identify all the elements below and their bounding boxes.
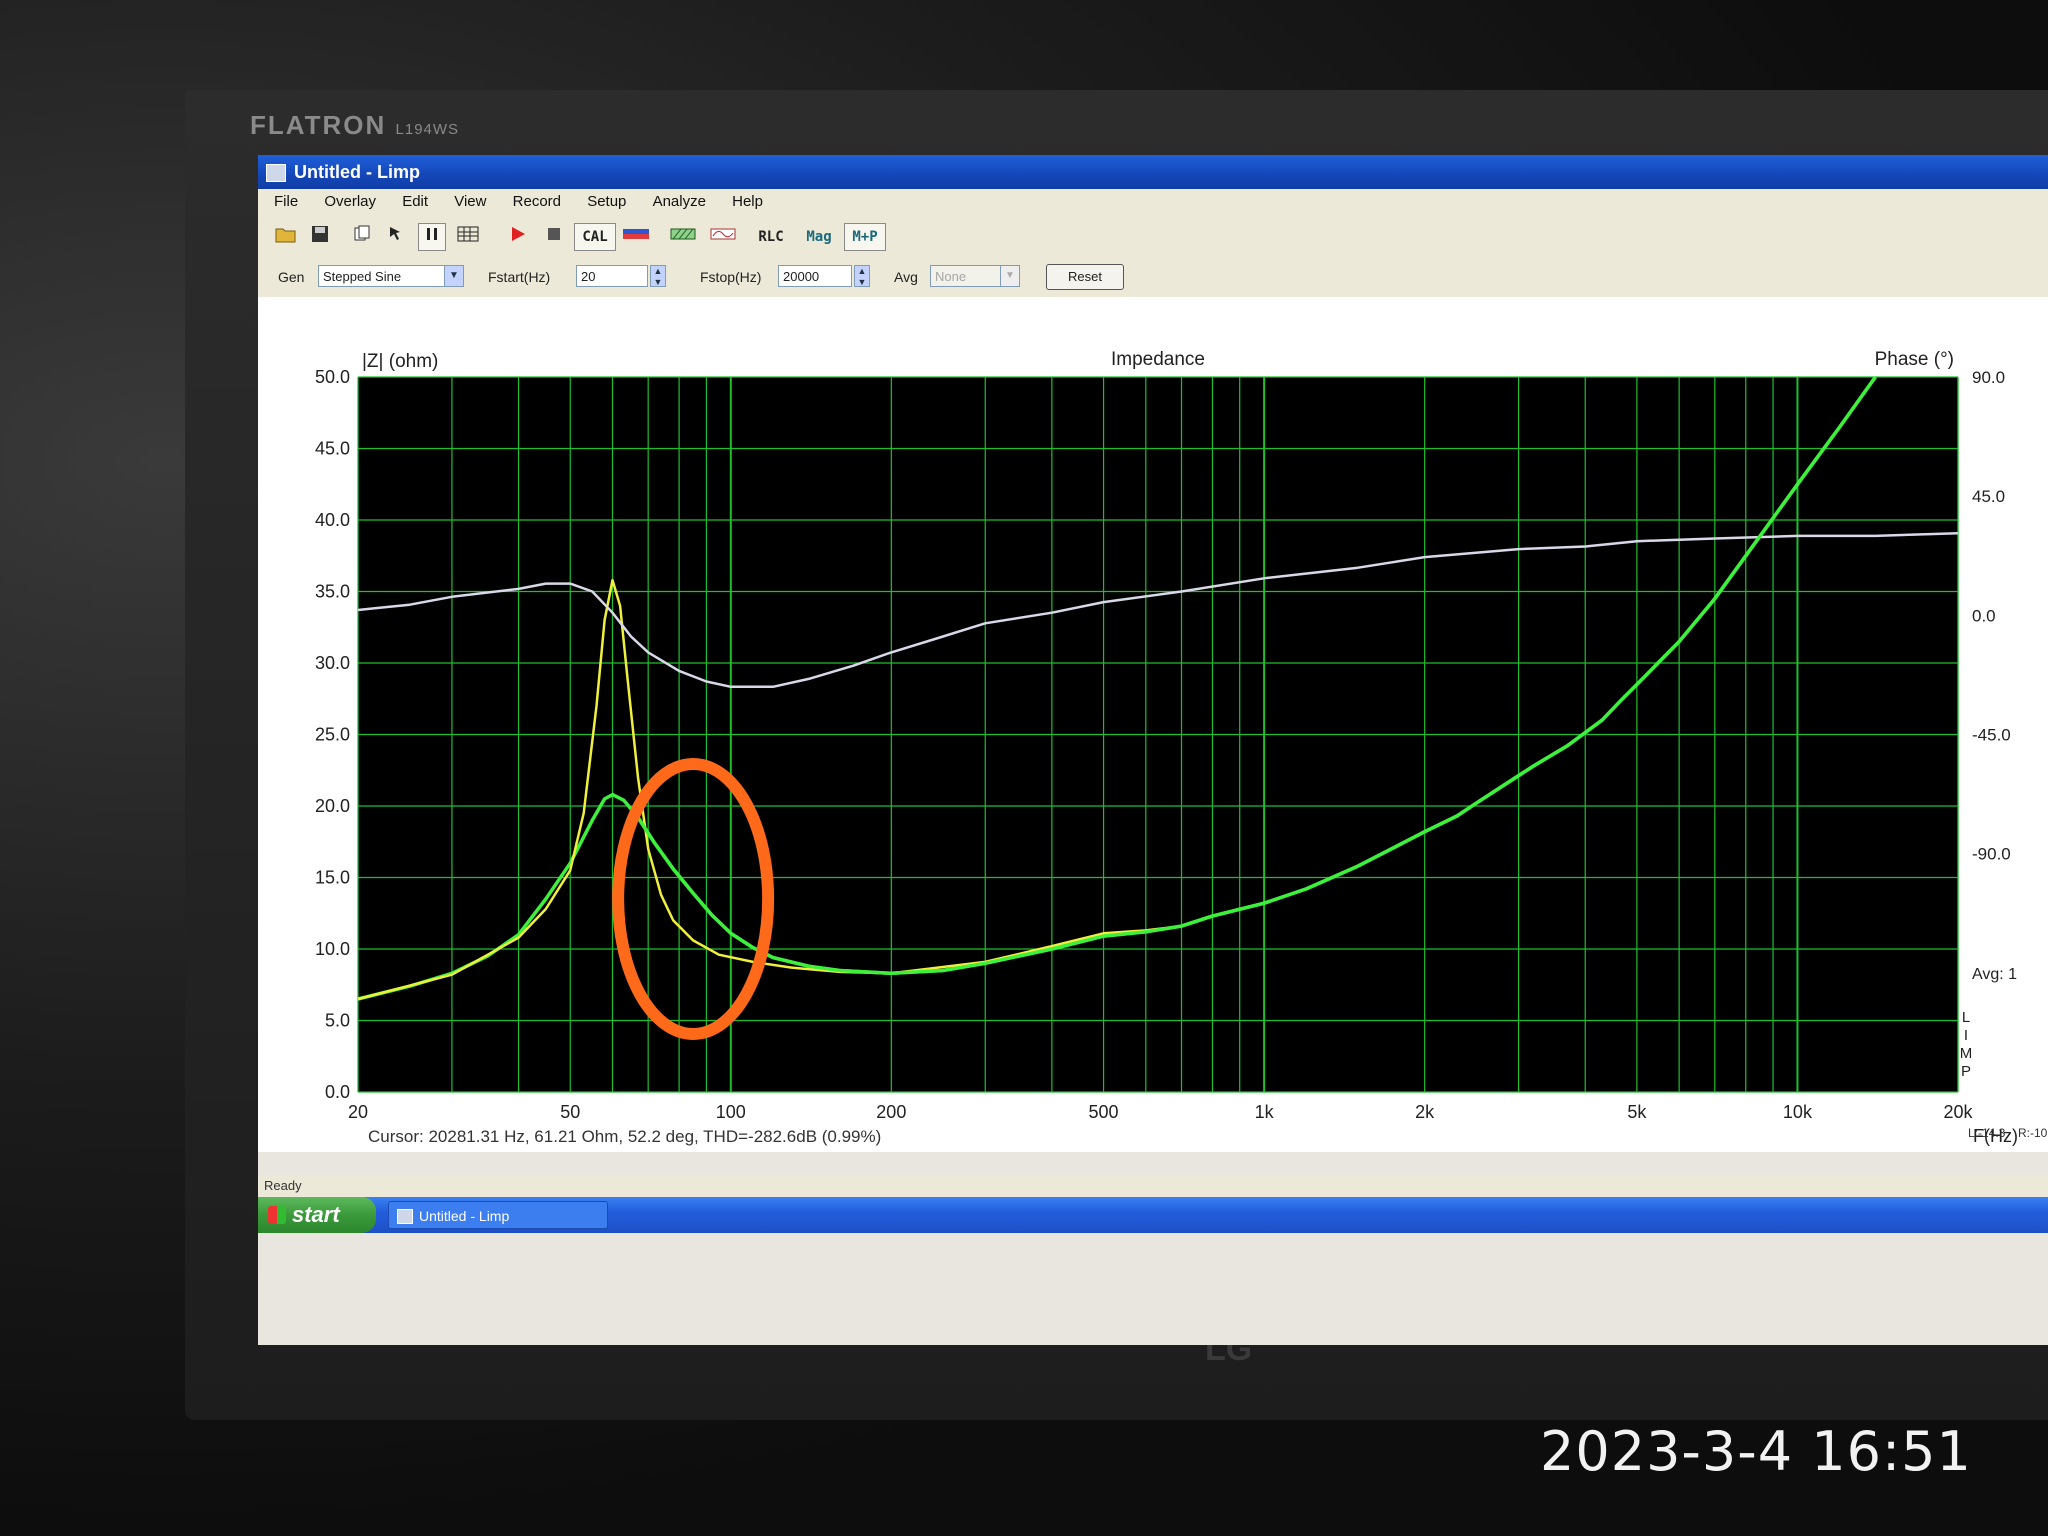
x-tick-label: 5k — [1627, 1102, 1647, 1122]
fstop-input[interactable]: 20000 — [778, 265, 852, 287]
y2-tick-label: 90.0 — [1972, 368, 2005, 387]
x-tick-label: 500 — [1089, 1102, 1119, 1122]
menu-file[interactable]: File — [268, 193, 304, 210]
hatch-icon[interactable] — [668, 223, 698, 251]
y-tick-label: 50.0 — [315, 367, 350, 387]
y-axis-label: |Z| (ohm) — [362, 351, 438, 372]
y-tick-label: 20.0 — [315, 796, 350, 816]
y-tick-label: 25.0 — [315, 725, 350, 745]
menubar: File Overlay Edit View Record Setup Anal… — [258, 189, 2048, 215]
menu-help[interactable]: Help — [726, 193, 769, 210]
chevron-down-icon[interactable]: ▼ — [444, 266, 463, 286]
x-tick-label: 20 — [348, 1102, 368, 1122]
menu-overlay[interactable]: Overlay — [318, 193, 382, 210]
grid-icon[interactable] — [454, 223, 482, 251]
y-tick-label: 30.0 — [315, 653, 350, 673]
y2-tick-label: 0.0 — [1972, 606, 1996, 625]
side-label-letter: L — [1962, 1009, 1970, 1026]
x-tick-label: 10k — [1783, 1102, 1813, 1122]
fstop-label: Fstop(Hz) — [700, 269, 762, 285]
side-label-letter: M — [1960, 1045, 1973, 1062]
y2-tick-label: 45.0 — [1972, 487, 2005, 506]
avg-select-value: None — [935, 269, 967, 284]
fstart-input[interactable]: 20 — [576, 265, 648, 287]
cursor-tool-icon[interactable] — [382, 223, 410, 251]
taskbar-window-label: Untitled - Limp — [419, 1208, 510, 1224]
x-tick-label: 20k — [1943, 1102, 1973, 1122]
level-left: L:-14.3 — [1968, 1126, 2006, 1140]
y2-tick-label: -90.0 — [1972, 845, 2011, 864]
window-titlebar[interactable]: Untitled - Limp — [258, 155, 2048, 189]
open-folder-icon[interactable] — [272, 223, 300, 251]
x-tick-label: 1k — [1255, 1102, 1275, 1122]
gen-label: Gen — [278, 269, 305, 285]
stop-icon[interactable] — [540, 223, 568, 251]
level-right: R:-10.3 — [2018, 1126, 2048, 1140]
y-tick-label: 5.0 — [325, 1011, 350, 1031]
plot-area: 0.0 5.0 10.0 15.0 20.0 25.0 30.0 35.0 40.0 45.0 50… — [258, 297, 2048, 1152]
x-tick-label: 2k — [1415, 1102, 1435, 1122]
fstart-label: Fstart(Hz) — [488, 269, 551, 285]
waveform-icon[interactable] — [708, 223, 738, 251]
y2-axis-label: Phase (°) — [1875, 349, 1954, 370]
mag-phase-button[interactable]: M+P — [844, 223, 886, 251]
chart-title: Impedance — [1111, 349, 1205, 370]
fstart-spinner-icon[interactable]: ▲ ▼ — [650, 265, 666, 287]
y-tick-label: 35.0 — [315, 582, 350, 602]
overlay-color-icon[interactable] — [620, 223, 652, 251]
screen: Untitled - Limp File Overlay Edit View R… — [258, 155, 2048, 1345]
x-tick-label: 200 — [876, 1102, 906, 1122]
y-tick-label: 40.0 — [315, 510, 350, 530]
y-tick-label: 0.0 — [325, 1082, 350, 1102]
copy-icon[interactable] — [348, 223, 376, 251]
fstop-spinner-icon[interactable]: ▲ ▼ — [854, 265, 870, 287]
parameter-row: Gen Stepped Sine ▼ Fstart(Hz) 20 ▲ ▼ Fsto… — [258, 257, 2048, 297]
start-label: start — [292, 1202, 340, 1227]
y2-tick-label: -45.0 — [1972, 726, 2011, 745]
toolbar: CAL RLC Mag M+P — [258, 215, 2048, 258]
y-tick-label: 45.0 — [315, 439, 350, 459]
side-label-letter: I — [1964, 1027, 1968, 1044]
reset-button[interactable]: Reset — [1046, 264, 1124, 290]
rlc-button[interactable]: RLC — [750, 223, 792, 251]
menu-analyze[interactable]: Analyze — [647, 193, 712, 210]
status-ready: Ready — [264, 1178, 302, 1193]
app-icon — [266, 164, 286, 183]
avg-select[interactable]: None ▼ — [930, 265, 1020, 287]
side-label-letter: P — [1961, 1063, 1971, 1080]
start-button[interactable]: start — [258, 1197, 376, 1233]
taskbar-window-button[interactable]: Untitled - Limp — [388, 1201, 608, 1229]
save-icon[interactable] — [306, 223, 334, 251]
y-tick-label: 15.0 — [315, 868, 350, 888]
mag-button[interactable]: Mag — [798, 223, 840, 251]
chevron-down-icon[interactable]: ▼ — [1000, 266, 1019, 286]
menu-edit[interactable]: Edit — [396, 193, 434, 210]
status-bar: Ready — [258, 1175, 2048, 1197]
avg-label: Avg — [894, 269, 918, 285]
cal-button[interactable]: CAL — [574, 223, 616, 251]
taskbar: start Untitled - Limp — [258, 1197, 2048, 1233]
pause-icon[interactable] — [418, 223, 446, 251]
play-record-icon[interactable] — [504, 223, 532, 251]
photo-timestamp: 2023-3-4 16:51 — [1540, 1420, 1972, 1483]
monitor-brand: FLATRON L194WS — [250, 110, 460, 140]
menu-record[interactable]: Record — [507, 193, 567, 210]
menu-view[interactable]: View — [448, 193, 492, 210]
avg-annotation: Avg: 1 — [1972, 966, 2017, 983]
x-tick-label: 50 — [560, 1102, 580, 1122]
windows-flag-icon — [268, 1206, 286, 1224]
x-tick-label: 100 — [716, 1102, 746, 1122]
impedance-chart[interactable]: 0.0 5.0 10.0 15.0 20.0 25.0 30.0 35.0 40.0 45.0 50… — [258, 297, 2048, 1152]
menu-setup[interactable]: Setup — [581, 193, 632, 210]
generator-select-value: Stepped Sine — [323, 269, 402, 284]
app-icon — [397, 1209, 413, 1224]
window-title: Untitled - Limp — [294, 162, 420, 182]
cursor-readout: Cursor: 20281.31 Hz, 61.21 Ohm, 52.2 deg… — [368, 1127, 881, 1146]
y-tick-label: 10.0 — [315, 939, 350, 959]
generator-select[interactable]: Stepped Sine ▼ — [318, 265, 464, 287]
